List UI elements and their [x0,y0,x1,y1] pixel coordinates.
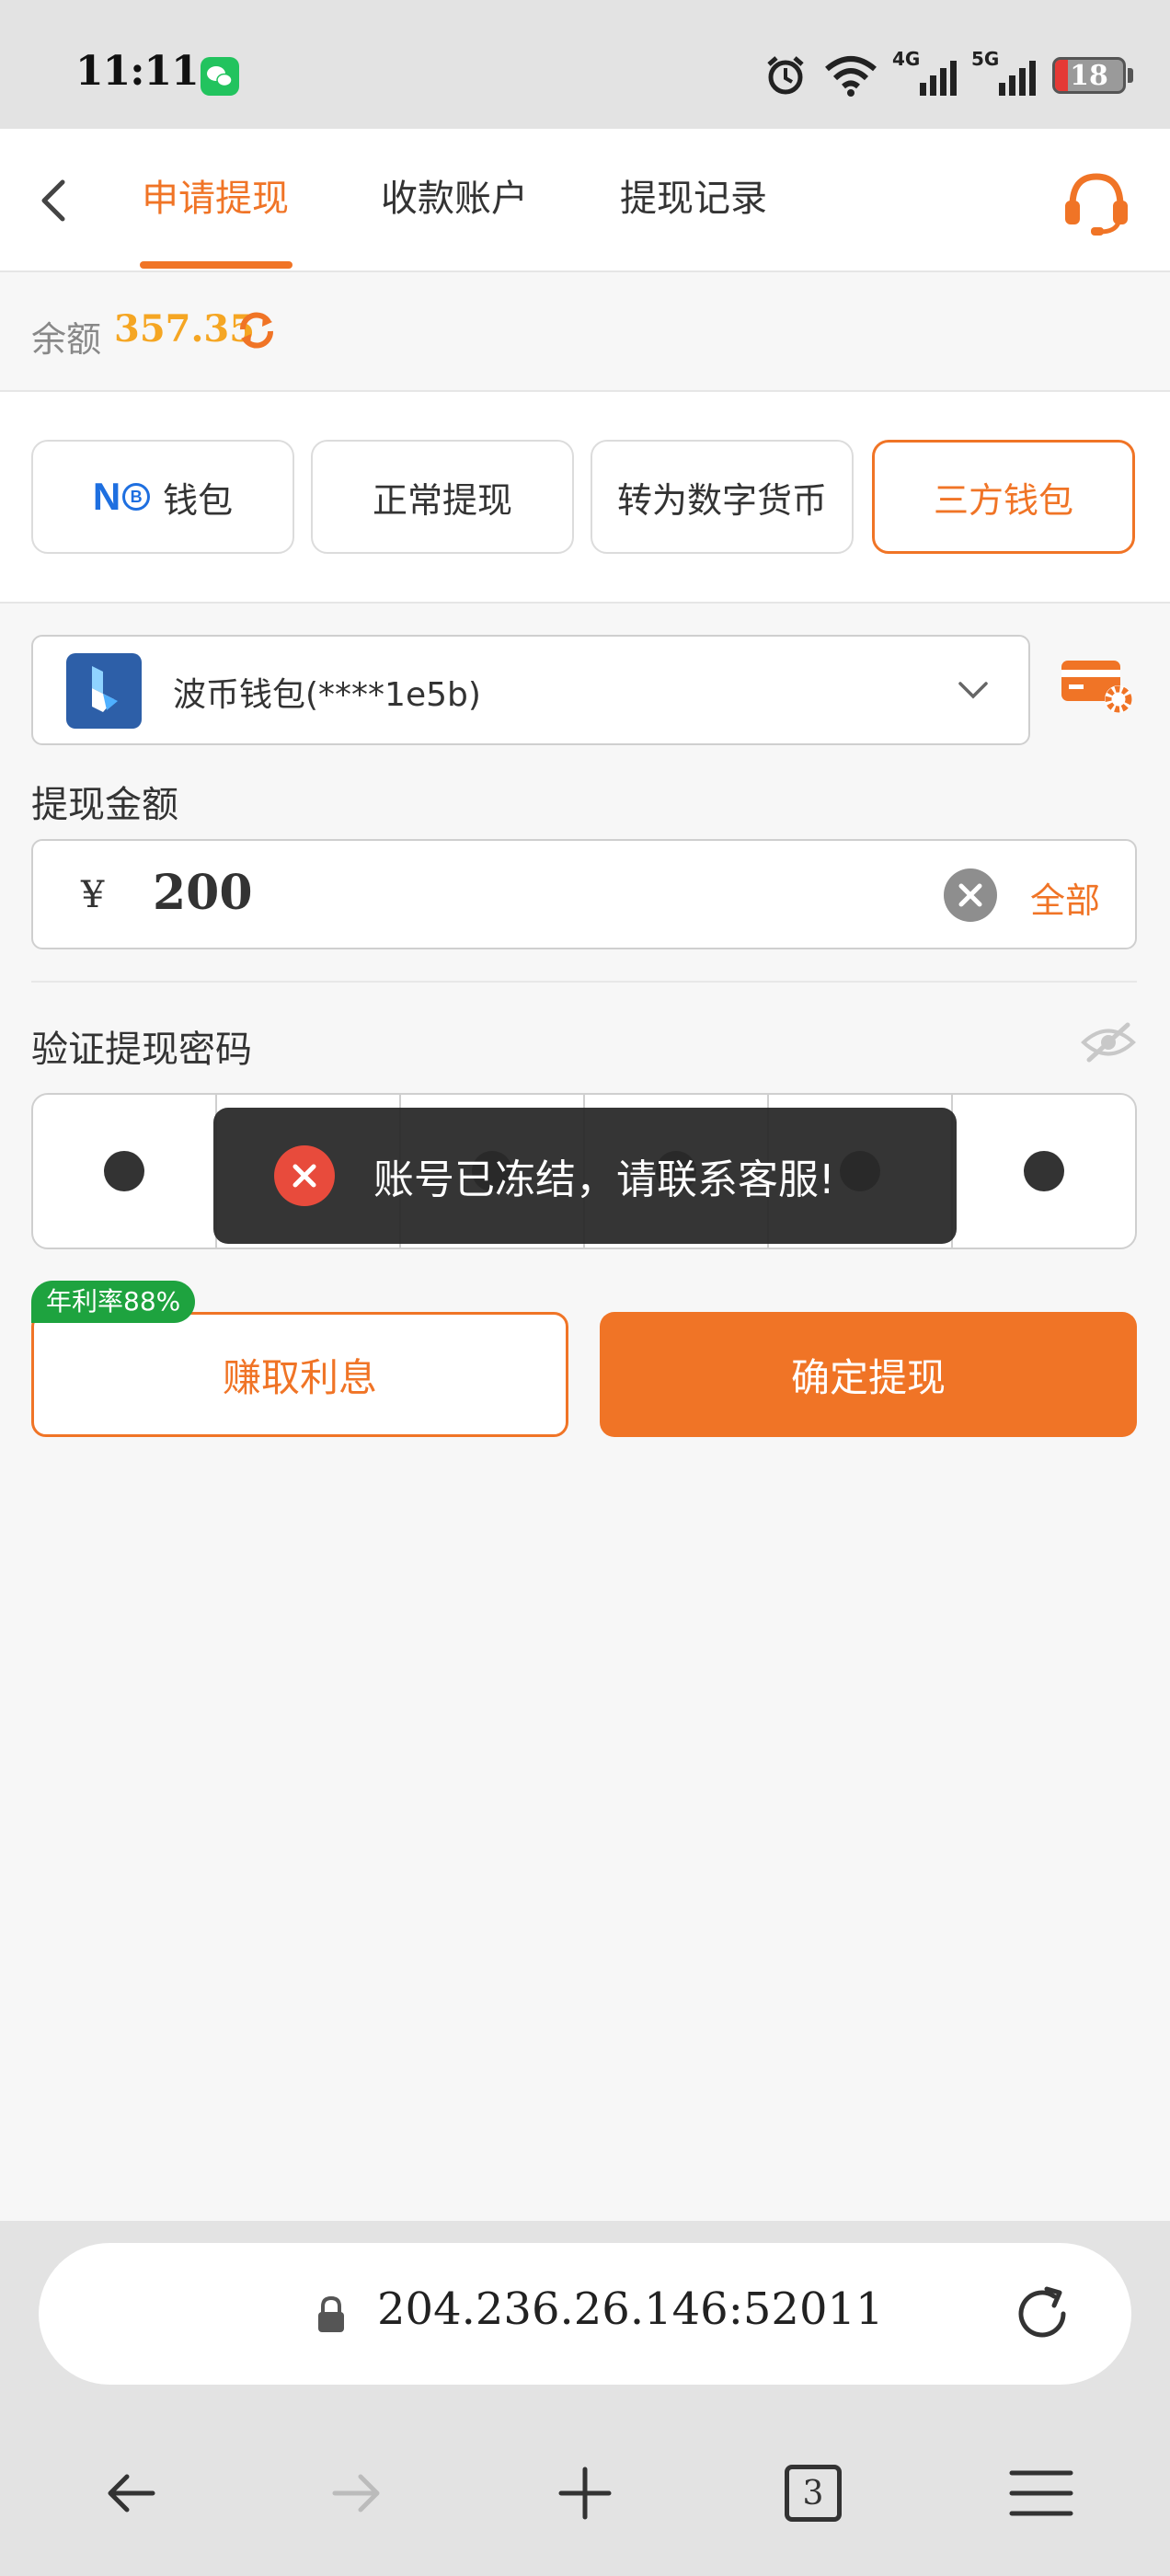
pin-cell[interactable] [33,1095,217,1248]
card-settings-button[interactable] [1060,655,1137,719]
alarm-icon [767,56,804,95]
amount-value[interactable]: 200 [153,865,253,921]
reload-icon[interactable] [1008,2280,1076,2348]
amount-title: 提现金额 [31,784,178,826]
browser-menu-button[interactable] [999,2451,1084,2536]
refresh-balance-icon[interactable] [235,309,278,351]
menu-icon [1009,2470,1073,2516]
confirm-withdraw-button[interactable]: 确定提现 [600,1312,1137,1437]
divider [31,981,1137,983]
earn-interest-button[interactable]: 赚取利息 [31,1312,568,1437]
tab-apply-withdraw[interactable]: 申请提现 [142,171,289,226]
method-label: 正常提现 [372,479,512,521]
tab-payee-accounts[interactable]: 收款账户 [381,171,528,226]
browser-forward-button[interactable] [315,2451,399,2536]
plus-icon [558,2467,612,2520]
headset-icon [1065,173,1128,236]
balance-label: 余额 [31,319,102,360]
amount-input[interactable]: ¥ 200 全部 [31,839,1137,949]
method-digital-currency[interactable]: 转为数字货币 [591,440,854,554]
browser-toolbar: 204.236.26.146:52011 3 [0,2221,1170,2576]
lock-icon [318,2295,344,2332]
wallet-selected-label: 波币钱包(****1e5b) [173,676,481,714]
withdraw-method-row: NB 钱包 正常提现 转为数字货币 三方钱包 [0,392,1170,604]
method-third-party-wallet[interactable]: 三方钱包 [872,440,1135,554]
url-text[interactable]: 204.236.26.146:52011 [377,2283,884,2335]
signal-5g-icon: 5G [971,48,1036,96]
chevron-left-icon [41,179,65,222]
wechat-icon [201,57,239,96]
tab-count: 3 [785,2465,842,2522]
toggle-password-visibility[interactable] [1080,1019,1137,1065]
status-time: 11:11 [75,48,200,95]
method-normal-withdraw[interactable]: 正常提现 [311,440,574,554]
arrow-right-icon [332,2474,380,2513]
method-nb-wallet[interactable]: NB 钱包 [31,440,294,554]
status-bar: 11:11 4G 5G 18 [0,0,1170,129]
battery-icon: 18 [1052,57,1126,94]
pin-dot [104,1151,144,1191]
balance-value: 357.35 [114,307,256,351]
network-5g-label: 5G [971,48,1000,70]
tabs-button[interactable]: 3 [771,2451,855,2536]
method-label: 三方钱包 [933,479,1073,521]
back-button[interactable] [28,173,79,228]
pin-cell[interactable] [953,1095,1135,1248]
tab-withdraw-history[interactable]: 提现记录 [620,171,767,226]
customer-service-button[interactable] [1060,169,1133,236]
battery-tip [1128,68,1133,83]
new-tab-button[interactable] [543,2451,627,2536]
address-bar[interactable]: 204.236.26.146:52011 [39,2243,1131,2385]
clear-amount-button[interactable] [944,868,997,922]
nb-logo-icon: NB [93,475,151,519]
active-tab-indicator [140,261,292,269]
wifi-icon [825,56,877,97]
browser-back-button[interactable] [88,2451,173,2536]
balance-row: 余额 357.35 [0,272,1170,392]
currency-symbol: ¥ [81,874,105,916]
arrow-left-icon [108,2474,155,2513]
interest-rate-badge: 年利率88% [31,1281,196,1323]
chevron-down-icon [958,682,988,699]
card-settings-icon [1061,661,1132,713]
battery-level: 18 [1070,59,1108,92]
top-nav: 申请提现 收款账户 提现记录 [0,129,1170,272]
close-icon [958,883,982,907]
error-icon [274,1145,335,1206]
withdraw-all-button[interactable]: 全部 [1030,872,1100,923]
network-4g-label: 4G [892,48,921,70]
status-icons: 4G 5G 18 [763,48,1133,101]
verify-password-title: 验证提现密码 [31,1029,252,1071]
error-toast: 账号已冻结，请联系客服! [213,1108,957,1244]
method-label: 转为数字货币 [616,479,827,521]
pin-dot [1024,1151,1064,1191]
signal-4g-icon: 4G [892,48,957,96]
eye-off-icon [1081,1022,1136,1063]
bobi-wallet-logo-icon [66,653,142,729]
method-label: 钱包 [163,479,234,521]
wallet-select[interactable]: 波币钱包(****1e5b) [31,635,1030,745]
toast-message: 账号已冻结，请联系客服! [373,1156,835,1203]
